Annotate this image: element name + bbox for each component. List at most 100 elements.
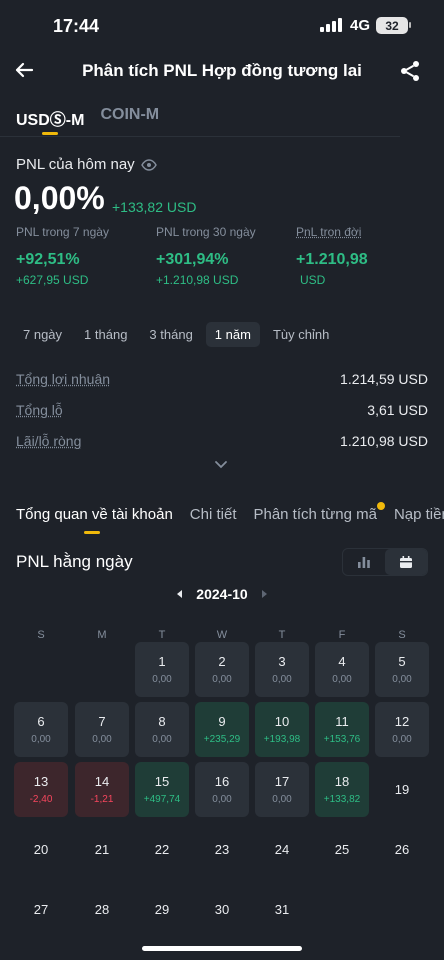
stat-7d-usd: +627,95 USD: [16, 273, 89, 287]
calendar-day-cell[interactable]: 3 0,00: [255, 642, 309, 697]
calendar-day-number: 8: [158, 714, 166, 729]
summary-label[interactable]: Lãi/lỗ ròng: [16, 433, 81, 453]
calendar-day-cell[interactable]: 23: [195, 822, 249, 877]
stat-30d: PNL trong 30 ngày +301,94% +1.210,98 USD: [156, 225, 256, 287]
calendar-day-number: 20: [33, 842, 49, 857]
calendar-day-cell[interactable]: 17 0,00: [255, 762, 309, 817]
calendar-day-number: 24: [274, 842, 290, 857]
stat-7d-label: PNL trong 7 ngày: [16, 225, 109, 239]
tab-usds-m[interactable]: USDⓈ-M: [16, 106, 84, 135]
current-month: 2024-10: [196, 586, 248, 602]
calendar-day-cell[interactable]: 13 -2,40: [14, 762, 68, 817]
calendar-day-pnl: 0,00: [212, 794, 232, 805]
summary-label[interactable]: Tổng lỗ: [16, 402, 63, 422]
summary-value: 1.214,59 USD: [340, 371, 428, 387]
period-custom[interactable]: Tùy chỉnh: [264, 322, 338, 347]
calendar-day-number: 1: [158, 654, 166, 669]
weekday-label: F: [338, 629, 346, 641]
calendar-day-pnl: 0,00: [152, 674, 172, 685]
calendar-day-pnl: 0,00: [31, 734, 51, 745]
calendar-day-cell[interactable]: 28: [75, 882, 129, 937]
tab-details[interactable]: Chi tiết: [190, 506, 237, 523]
calendar-day-cell[interactable]: 12 0,00: [375, 702, 429, 757]
summary-net-pnl: Lãi/lỗ ròng 1.210,98 USD: [16, 433, 428, 453]
divider: [0, 136, 400, 137]
calendar-day-cell[interactable]: 29: [135, 882, 189, 937]
calendar-day-cell[interactable]: 18 +133,82: [315, 762, 369, 817]
calendar-day-cell[interactable]: 22: [135, 822, 189, 877]
calendar-day-number: 5: [398, 654, 406, 669]
calendar-day-cell[interactable]: 7 0,00: [75, 702, 129, 757]
calendar-day-pnl: 0,00: [332, 674, 352, 685]
calendar-day-cell[interactable]: 16 0,00: [195, 762, 249, 817]
today-pnl-percent: 0,00%: [14, 180, 105, 216]
calendar-day-cell[interactable]: 25: [315, 822, 369, 877]
period-1y[interactable]: 1 năm: [205, 322, 260, 347]
view-toggle: [342, 548, 428, 576]
stat-lifetime-label: PnL trọn đời: [296, 225, 362, 239]
eye-icon[interactable]: [140, 158, 157, 171]
today-pnl-label: PNL của hôm nay: [16, 156, 135, 173]
calendar-day-pnl: +153,76: [323, 734, 361, 745]
period-3m[interactable]: 3 tháng: [140, 322, 201, 347]
calendar-day-number: 6: [37, 714, 45, 729]
calendar-day-pnl: +133,82: [323, 794, 361, 805]
calendar-day-cell[interactable]: 6 0,00: [14, 702, 68, 757]
calendar-day-cell[interactable]: 14 -1,21: [75, 762, 129, 817]
period-7d[interactable]: 7 ngày: [14, 322, 71, 347]
page-title: Phân tích PNL Hợp đồng tương lai: [82, 61, 362, 80]
tab-deposit[interactable]: Nạp tiền: [394, 506, 444, 523]
calendar-day-cell[interactable]: 10 +193,98: [255, 702, 309, 757]
signal-icon: [320, 18, 342, 32]
tab-account-overview[interactable]: Tổng quan về tài khoản: [16, 506, 173, 534]
stat-30d-value: +301,94%: [156, 251, 229, 268]
calendar-day-pnl: 0,00: [212, 674, 232, 685]
chevron-down-icon[interactable]: [214, 460, 228, 470]
calendar-day-cell[interactable]: 31: [255, 882, 309, 937]
tab-symbol-analysis-label: Phân tích từng mã: [253, 506, 377, 523]
tab-coin-m[interactable]: COIN-M: [100, 106, 159, 130]
calendar-day-cell[interactable]: 15 +497,74: [135, 762, 189, 817]
stat-30d-usd: +1.210,98 USD: [156, 273, 239, 287]
tab-symbol-analysis[interactable]: Phân tích từng mã: [253, 502, 385, 523]
battery-tip: [409, 22, 411, 28]
calendar-day-number: 13: [33, 774, 49, 789]
calendar-day-pnl: 0,00: [272, 794, 292, 805]
calendar-day-cell[interactable]: 19: [375, 762, 429, 817]
calendar-day-pnl: 0,00: [272, 674, 292, 685]
prev-month-icon[interactable]: [177, 590, 183, 598]
calendar-day-cell[interactable]: 21: [75, 822, 129, 877]
calendar-day-cell[interactable]: 27: [14, 882, 68, 937]
weekday-label: S: [37, 629, 45, 641]
summary-label[interactable]: Tổng lợi nhuận: [16, 371, 110, 391]
calendar-day-cell[interactable]: 26: [375, 822, 429, 877]
calendar-day-cell[interactable]: 4 0,00: [315, 642, 369, 697]
calendar-day-pnl: +193,98: [263, 734, 301, 745]
stat-lifetime-unit: USD: [300, 273, 326, 287]
calendar-day-cell[interactable]: 20: [14, 822, 68, 877]
calendar-day-cell[interactable]: 1 0,00: [135, 642, 189, 697]
home-indicator: [142, 946, 302, 951]
bar-chart-view-button[interactable]: [343, 549, 385, 575]
calendar-day-cell[interactable]: 5 0,00: [375, 642, 429, 697]
calendar-day-cell[interactable]: 24: [255, 822, 309, 877]
calendar-day-cell[interactable]: 9 +235,29: [195, 702, 249, 757]
bar-chart-icon: [358, 557, 370, 568]
month-navigator: 2024-10: [0, 586, 444, 602]
stat-lifetime[interactable]: PnL trọn đời +1.210,98 USD: [296, 225, 368, 287]
calendar-day-cell[interactable]: 8 0,00: [135, 702, 189, 757]
period-1m[interactable]: 1 tháng: [75, 322, 136, 347]
calendar-view-button[interactable]: [385, 549, 427, 575]
calendar-day-cell[interactable]: 11 +153,76: [315, 702, 369, 757]
battery-icon: 32: [376, 17, 408, 34]
weekday-label: S: [398, 629, 406, 641]
next-month-icon[interactable]: [261, 590, 267, 598]
calendar-day-number: 28: [94, 902, 110, 917]
calendar-day-cell[interactable]: 30: [195, 882, 249, 937]
network-type: 4G: [350, 17, 371, 34]
calendar-day-number: 7: [98, 714, 106, 729]
calendar-day-cell[interactable]: 2 0,00: [195, 642, 249, 697]
share-icon[interactable]: [398, 59, 422, 83]
weekday-label: M: [97, 629, 107, 641]
calendar-day-number: 29: [154, 902, 170, 917]
